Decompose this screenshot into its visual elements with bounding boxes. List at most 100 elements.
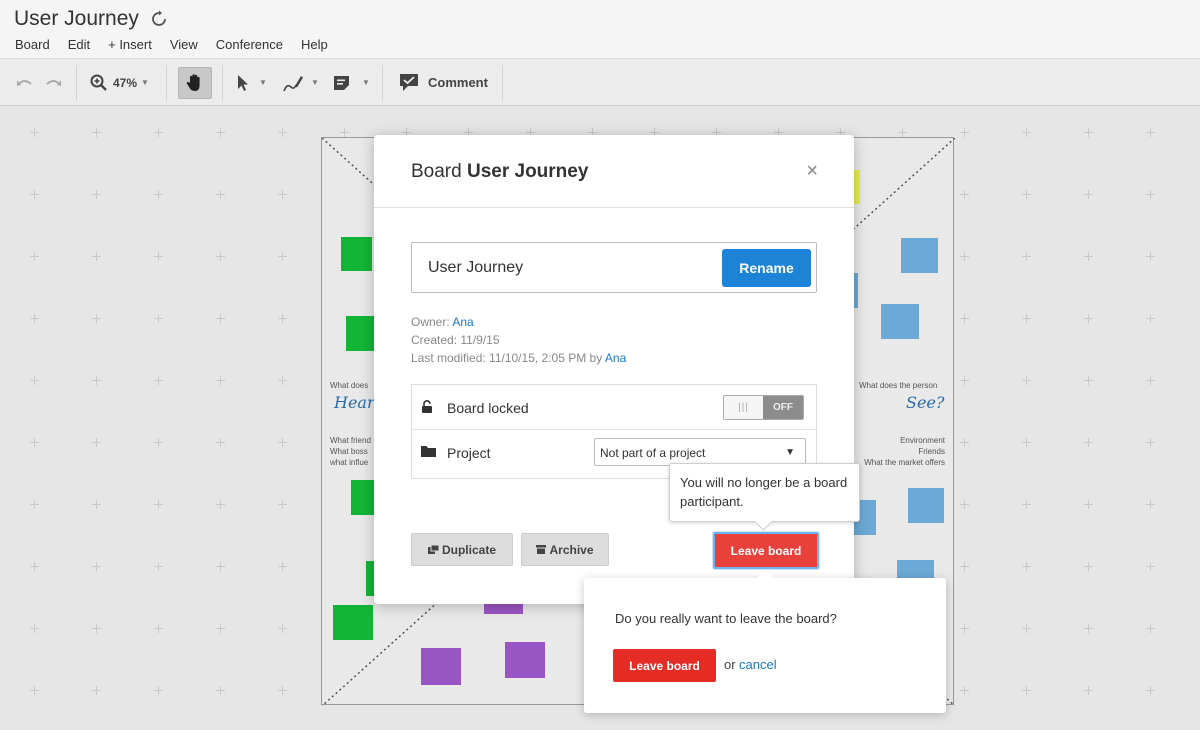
grid-plus-mark	[216, 562, 225, 571]
grid-plus-mark	[30, 686, 39, 695]
menu-board[interactable]: Board	[15, 37, 50, 52]
board-name-input[interactable]	[428, 259, 708, 277]
board-title[interactable]: User Journey	[14, 7, 139, 31]
dialog-header: Board User Journey ×	[374, 135, 854, 208]
sticky-note[interactable]	[908, 488, 944, 523]
leave-board-confirmation: Do you really want to leave the board? L…	[584, 578, 946, 713]
grid-plus-mark	[92, 500, 101, 509]
toolbar-divider	[166, 65, 167, 101]
zoom-control[interactable]: 47% ▼	[90, 59, 149, 106]
grid-plus-mark	[960, 686, 969, 695]
grid-plus-mark	[154, 686, 163, 695]
sticky-note[interactable]	[881, 304, 919, 339]
chevron-down-icon: ▼	[141, 78, 149, 87]
grid-plus-mark	[278, 252, 287, 261]
grid-plus-mark	[92, 128, 101, 137]
grid-plus-mark	[30, 314, 39, 323]
grid-plus-mark	[1146, 624, 1155, 633]
modified-by-link[interactable]: Ana	[605, 351, 626, 365]
board-locked-toggle[interactable]: ||| OFF	[723, 395, 804, 420]
grid-plus-mark	[30, 562, 39, 571]
comment-button[interactable]: Comment	[399, 59, 488, 106]
grid-plus-mark	[278, 562, 287, 571]
grid-plus-mark	[340, 128, 349, 137]
pen-tool-button[interactable]: ▼	[282, 59, 319, 106]
sticky-note-icon	[334, 75, 349, 90]
duplicate-button[interactable]: Duplicate	[411, 533, 513, 566]
sticky-note[interactable]	[346, 316, 376, 351]
grid-plus-mark	[278, 686, 287, 695]
redo-button[interactable]	[44, 59, 62, 106]
grid-plus-mark	[216, 252, 225, 261]
leave-board-button[interactable]: Leave board	[713, 532, 819, 569]
board-settings-dialog: Board User Journey × Rename Owner: Ana C…	[374, 135, 854, 604]
owner-link[interactable]: Ana	[452, 315, 473, 329]
sticky-note[interactable]	[341, 237, 372, 271]
grid-plus-mark	[92, 190, 101, 199]
grid-plus-mark	[154, 562, 163, 571]
toolbar-divider	[502, 65, 503, 101]
grid-plus-mark	[1022, 438, 1031, 447]
undo-button[interactable]	[16, 59, 34, 106]
left-quadrant-question: What does	[330, 381, 369, 390]
grid-plus-mark	[960, 314, 969, 323]
board-metadata: Owner: Ana Created: 11/9/15 Last modifie…	[411, 313, 626, 367]
sticky-note[interactable]	[505, 642, 545, 678]
grid-plus-mark	[1022, 314, 1031, 323]
sticky-note[interactable]	[901, 238, 938, 273]
grid-plus-mark	[1084, 562, 1093, 571]
grid-plus-mark	[960, 624, 969, 633]
grid-plus-mark	[216, 438, 225, 447]
left-quadrant-list-item: What friend	[330, 436, 371, 445]
grid-plus-mark	[30, 624, 39, 633]
comment-label: Comment	[428, 75, 488, 90]
chevron-down-icon: ▼	[259, 78, 267, 87]
menu-bar: Board Edit + Insert View Conference Help	[15, 37, 346, 52]
grid-plus-mark	[30, 500, 39, 509]
hand-tool-button[interactable]	[178, 67, 212, 99]
created-line: Created: 11/9/15	[411, 333, 500, 347]
select-tool-button[interactable]: ▼	[236, 59, 267, 106]
left-quadrant-list-item: What boss	[330, 447, 368, 456]
grid-plus-mark	[30, 128, 39, 137]
menu-conference[interactable]: Conference	[216, 37, 283, 52]
sticky-note[interactable]	[853, 170, 860, 204]
close-icon[interactable]: ×	[806, 161, 818, 181]
grid-plus-mark	[960, 128, 969, 137]
grid-plus-mark	[30, 252, 39, 261]
menu-insert[interactable]: + Insert	[108, 37, 152, 52]
note-tool-button[interactable]: ▼	[333, 59, 370, 106]
duplicate-label: Duplicate	[441, 542, 496, 557]
rename-button[interactable]: Rename	[722, 249, 811, 287]
grid-plus-mark	[1146, 314, 1155, 323]
archive-button[interactable]: Archive	[521, 533, 609, 566]
zoom-icon	[90, 74, 107, 91]
sync-icon[interactable]	[150, 10, 168, 28]
project-select[interactable]: Not part of a project ▼	[594, 438, 806, 466]
grid-plus-mark	[154, 128, 163, 137]
grid-plus-mark	[1146, 438, 1155, 447]
grid-plus-mark	[1022, 128, 1031, 137]
grid-plus-mark	[30, 190, 39, 199]
grid-plus-mark	[1146, 128, 1155, 137]
sticky-note[interactable]	[897, 560, 934, 580]
sticky-note[interactable]	[333, 605, 373, 640]
toggle-knob: |||	[724, 396, 764, 419]
dialog-title: Board User Journey	[411, 161, 588, 183]
grid-plus-mark	[898, 128, 907, 137]
menu-view[interactable]: View	[170, 37, 198, 52]
modified-line: Last modified: 11/10/15, 2:05 PM by Ana	[411, 349, 626, 367]
menu-help[interactable]: Help	[301, 37, 328, 52]
toolbar-divider	[76, 65, 77, 101]
app-header: User Journey Board Edit + Insert View Co…	[0, 0, 1200, 58]
grid-plus-mark	[1084, 314, 1093, 323]
cancel-link[interactable]: cancel	[739, 657, 777, 672]
grid-plus-mark	[1022, 562, 1031, 571]
grid-plus-mark	[216, 314, 225, 323]
grid-plus-mark	[1084, 128, 1093, 137]
sticky-note[interactable]	[421, 648, 461, 685]
confirm-leave-button[interactable]: Leave board	[613, 649, 716, 682]
archive-icon	[536, 545, 547, 554]
dialog-title-prefix: Board	[411, 161, 462, 182]
menu-edit[interactable]: Edit	[68, 37, 90, 52]
